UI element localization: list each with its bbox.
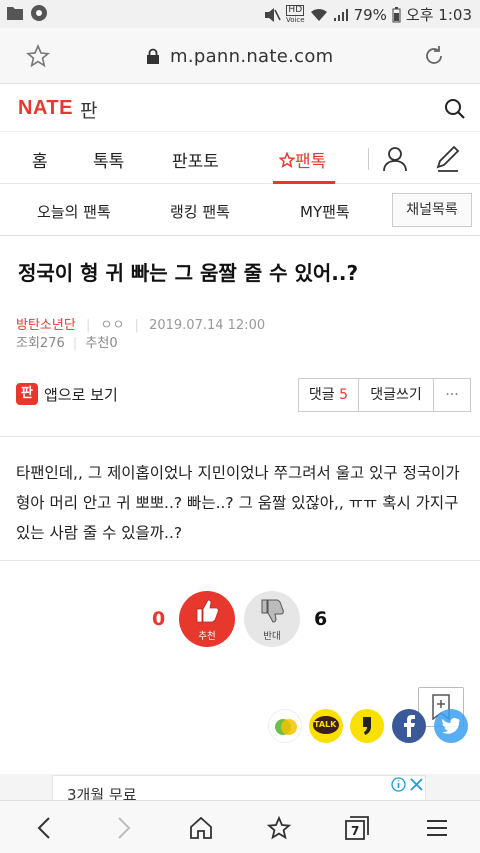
facebook-icon <box>404 715 415 737</box>
upvote-label: 추천 <box>198 631 216 642</box>
kakaotalk-label: TALK <box>314 720 337 729</box>
post-author: ㅇㅇ <box>100 318 125 333</box>
meta-divider: | <box>85 318 91 333</box>
comments-label: 댓글 <box>308 387 335 403</box>
downvote-label: 반대 <box>263 631 281 642</box>
main-nav: 홈 톡톡 판포토 팬톡 <box>0 132 480 184</box>
open-in-app-label: 앱으로 보기 <box>44 385 118 404</box>
site-header: NATE 판 <box>0 84 480 132</box>
chat-notification-icon <box>31 5 47 21</box>
more-button[interactable]: ··· <box>434 379 470 411</box>
battery-icon <box>392 6 401 22</box>
post-action-buttons: 댓글 5 댓글쓰기 ··· <box>298 378 471 412</box>
page-root: HD Voice 79% 오후 1:03 m.pann.nate.com NAT… <box>0 0 480 853</box>
write-icon[interactable] <box>434 145 462 173</box>
nate-logo[interactable]: NATE <box>18 97 73 120</box>
post-stats: 조회276 | 추천0 <box>16 332 118 351</box>
status-left <box>6 4 48 22</box>
bookmarks-icon[interactable] <box>266 815 292 841</box>
share-kakaostory[interactable] <box>268 709 302 743</box>
tab-fantalk[interactable]: 팬톡 <box>278 147 327 172</box>
comments-button[interactable]: 댓글 5 <box>299 379 359 411</box>
tab-home[interactable]: 홈 <box>32 147 48 172</box>
user-icon[interactable] <box>382 146 408 172</box>
hd-voice-indicator: HD Voice <box>285 4 305 25</box>
thumbs-down-icon <box>261 599 284 623</box>
thumbs-up-icon <box>196 599 219 623</box>
tab-count: 7 <box>351 824 360 838</box>
wifi-icon <box>310 8 327 21</box>
share-kakaotalk[interactable]: TALK <box>309 709 343 743</box>
write-comment-button[interactable]: 댓글쓰기 <box>359 379 434 411</box>
divider <box>0 560 480 561</box>
ad-close-icon[interactable] <box>410 778 423 791</box>
tab-pannphoto[interactable]: 판포토 <box>172 147 219 172</box>
subtab-my[interactable]: MY팬톡 <box>300 201 350 222</box>
recommend-count: 0 <box>109 336 118 351</box>
signal-icon <box>333 8 348 21</box>
views-count: 276 <box>39 336 65 351</box>
pann-logo[interactable]: 판 <box>80 96 97 123</box>
downvote-count: 6 <box>314 608 328 630</box>
forward-icon[interactable] <box>110 815 136 841</box>
status-right: HD Voice 79% 오후 1:03 <box>263 4 472 25</box>
kakaostory-icon <box>275 719 297 735</box>
hd-label: HD <box>286 4 305 16</box>
pann-app-icon: 판 <box>16 383 38 405</box>
kakaopage-icon <box>363 717 371 735</box>
ad-info-icon[interactable] <box>391 777 406 792</box>
tabs-button[interactable]: 7 <box>344 815 370 841</box>
twitter-icon <box>442 717 460 734</box>
post-meta: 방탄소년단 | ㅇㅇ | 2019.07.14 12:00 <box>16 314 265 333</box>
bookmark-star-icon[interactable] <box>26 44 50 68</box>
url-text[interactable]: m.pann.nate.com <box>170 46 334 67</box>
lock-icon <box>147 48 159 64</box>
browser-url-bar: m.pann.nate.com <box>0 28 480 84</box>
voice-label: Voice <box>285 15 305 24</box>
tab-toktok[interactable]: 톡톡 <box>93 147 124 172</box>
upvote-count: 0 <box>152 608 166 630</box>
recommend-label: 추천 <box>85 336 110 351</box>
meta-divider: | <box>134 318 139 333</box>
share-kakaopage[interactable] <box>350 709 384 743</box>
home-icon[interactable] <box>188 815 214 841</box>
active-tab-indicator <box>273 181 335 184</box>
channel-list-button[interactable]: 채널목록 <box>392 193 472 227</box>
divider <box>0 436 480 437</box>
meta-divider: | <box>72 336 78 351</box>
reload-icon[interactable] <box>422 44 446 68</box>
star-outline-icon <box>278 151 296 168</box>
mute-icon <box>264 7 281 22</box>
back-icon[interactable] <box>32 815 58 841</box>
search-icon[interactable] <box>444 98 466 120</box>
downvote-button[interactable]: 반대 <box>244 591 300 647</box>
tab-fantalk-label: 팬톡 <box>295 152 327 172</box>
post-body: 타팬인데,, 그 제이홉이었나 지민이었나 쭈그려서 울고 있구 정국이가 형아… <box>16 464 460 542</box>
nav-divider <box>368 148 369 170</box>
status-bar: HD Voice 79% 오후 1:03 <box>0 0 480 28</box>
share-facebook[interactable] <box>392 709 426 743</box>
gallery-notification-icon <box>7 7 23 20</box>
post-category[interactable]: 방탄소년단 <box>16 318 76 333</box>
subtab-today[interactable]: 오늘의 팬톡 <box>37 201 111 222</box>
clock: 오후 1:03 <box>405 6 472 24</box>
upvote-button[interactable]: 추천 <box>179 591 235 647</box>
post-date: 2019.07.14 12:00 <box>149 318 266 333</box>
post-title: 정국이 형 귀 빠는 그 움짤 줄 수 있어..? <box>18 261 359 285</box>
share-twitter[interactable] <box>434 709 468 743</box>
subtab-ranking[interactable]: 랭킹 팬톡 <box>170 201 230 222</box>
battery-percent: 79% <box>353 5 387 24</box>
views-label: 조회 <box>16 336 40 351</box>
browser-bottom-nav: 7 <box>0 800 480 853</box>
comments-count: 5 <box>339 387 349 403</box>
sub-nav: 오늘의 팬톡 랭킹 팬톡 MY팬톡 채널목록 <box>0 185 480 236</box>
menu-icon[interactable] <box>424 815 450 841</box>
open-in-app-button[interactable]: 판 앱으로 보기 <box>16 383 118 405</box>
